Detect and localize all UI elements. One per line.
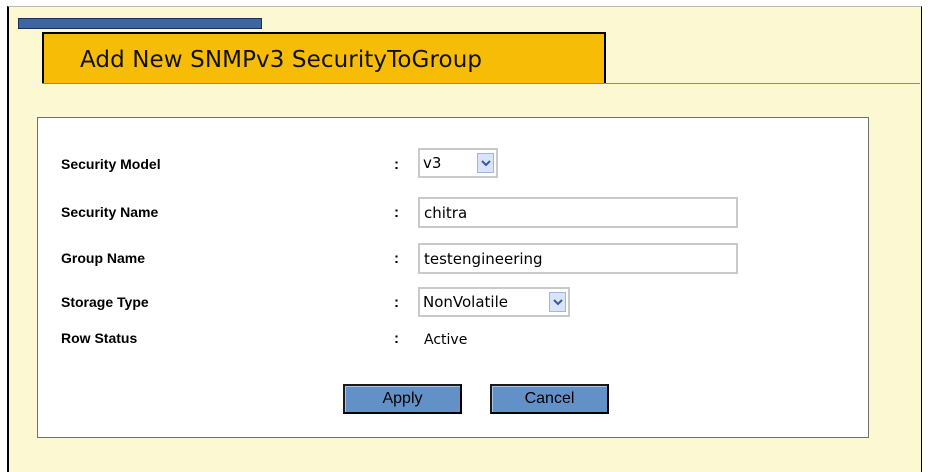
security-model-row: Security Model : v3 — [61, 148, 861, 180]
security-name-row: Security Name : chitra — [61, 196, 861, 228]
security-name-label: Security Name — [61, 204, 159, 220]
separator: : — [394, 293, 399, 311]
title-decor-strip — [18, 18, 262, 29]
row-status-label: Row Status — [61, 330, 138, 346]
security-model-label: Security Model — [61, 156, 161, 172]
separator: : — [394, 329, 399, 347]
separator: : — [394, 203, 399, 221]
storage-type-row: Storage Type : NonVolatile — [61, 286, 861, 318]
page-title: Add New SNMPv3 SecurityToGroup — [80, 47, 483, 73]
storage-type-label: Storage Type — [61, 294, 149, 310]
apply-button[interactable]: Apply — [343, 384, 462, 414]
cancel-button[interactable]: Cancel — [490, 384, 609, 414]
row-status-row: Row Status : Active — [61, 322, 861, 354]
security-name-input[interactable]: chitra — [418, 197, 738, 228]
row-status-value: Active — [424, 332, 468, 348]
group-name-row: Group Name : testengineering — [61, 242, 861, 274]
separator: : — [394, 249, 399, 267]
form-panel: Security Model : v3 Security Name : chit… — [37, 117, 869, 438]
group-name-input[interactable]: testengineering — [418, 243, 738, 274]
separator: : — [394, 155, 399, 173]
security-model-value: v3 — [423, 154, 442, 172]
title-tab: Add New SNMPv3 SecurityToGroup — [42, 32, 606, 84]
chevron-down-icon[interactable] — [477, 153, 494, 173]
title-divider — [42, 83, 920, 84]
storage-type-value: NonVolatile — [423, 293, 508, 311]
group-name-label: Group Name — [61, 250, 146, 266]
security-model-select[interactable]: v3 — [418, 148, 498, 178]
storage-type-select[interactable]: NonVolatile — [418, 287, 570, 317]
chevron-down-icon[interactable] — [549, 292, 566, 312]
